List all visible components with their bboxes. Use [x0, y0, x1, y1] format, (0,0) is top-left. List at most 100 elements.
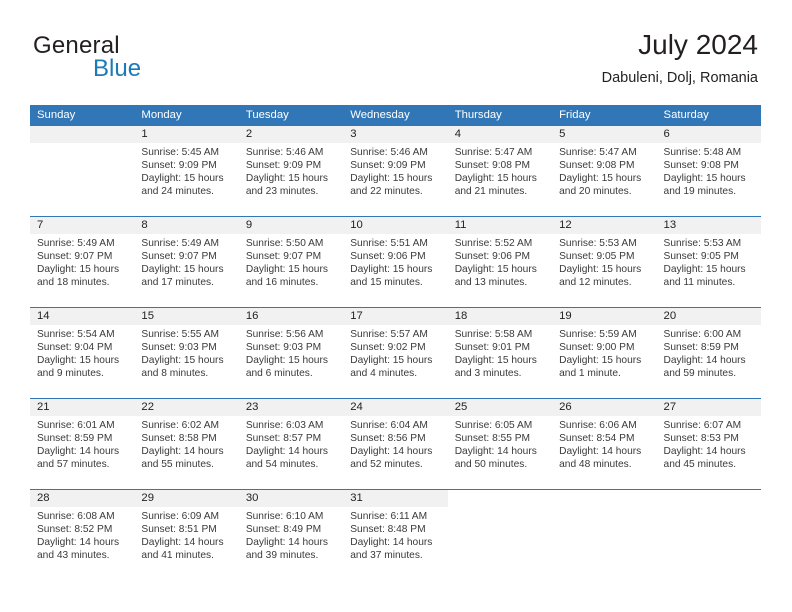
calendar-day-cell[interactable]: 5 Sunrise: 5:47 AM Sunset: 9:08 PM Daylight…	[552, 125, 657, 217]
day-detail-line: and 24 minutes.	[141, 185, 214, 197]
day-detail-line: and 19 minutes.	[663, 185, 737, 197]
calendar-day-cell[interactable]: 10 Sunrise: 5:51 AM Sunset: 9:06 PM Dayligh…	[343, 216, 448, 308]
day-cell-inner: 28 Sunrise: 6:08 AM Sunset: 8:52 PM Dayligh…	[30, 490, 135, 580]
day-details: Sunrise: 5:46 AM Sunset: 9:09 PM Daylight:…	[239, 143, 343, 199]
day-detail-line: Daylight: 14 hours	[350, 445, 433, 457]
day-details: Sunrise: 5:56 AM Sunset: 9:03 PM Daylight:…	[239, 325, 343, 381]
calendar-day-cell[interactable]: 6 Sunrise: 5:48 AM Sunset: 9:08 PM Daylight…	[656, 125, 761, 217]
day-details: Sunrise: 6:01 AM Sunset: 8:59 PM Daylight:…	[30, 416, 134, 472]
day-detail-line: and 3 minutes.	[454, 367, 522, 379]
calendar-day-cell[interactable]: 24 Sunrise: 6:04 AM Sunset: 8:56 PM Dayligh…	[343, 398, 448, 490]
day-detail-line: Daylight: 15 hours	[350, 354, 433, 366]
calendar-day-cell[interactable]: 17 Sunrise: 5:57 AM Sunset: 9:02 PM Dayligh…	[343, 307, 448, 399]
day-detail-line: Sunset: 9:05 PM	[559, 250, 635, 262]
day-detail-line: Daylight: 15 hours	[454, 263, 537, 275]
day-number	[656, 490, 761, 507]
calendar-day-cell[interactable]: 23 Sunrise: 6:03 AM Sunset: 8:57 PM Dayligh…	[238, 398, 344, 490]
calendar-day-cell[interactable]: 16 Sunrise: 5:56 AM Sunset: 9:03 PM Dayligh…	[238, 307, 344, 399]
day-detail-line: and 6 minutes.	[245, 367, 313, 379]
calendar-day-cell[interactable]: 3 Sunrise: 5:46 AM Sunset: 9:09 PM Daylight…	[343, 125, 448, 217]
calendar-day-cell[interactable]: 28 Sunrise: 6:08 AM Sunset: 8:52 PM Dayligh…	[30, 489, 135, 580]
day-details: Sunrise: 5:50 AM Sunset: 9:07 PM Daylight:…	[239, 234, 343, 290]
day-detail-line: Sunrise: 6:10 AM	[245, 511, 324, 522]
weekday-header-saturday: Saturday	[656, 105, 761, 126]
calendar-day-cell[interactable]: 1 Sunrise: 5:45 AM Sunset: 9:09 PM Daylight…	[134, 125, 239, 217]
day-detail-line: Daylight: 14 hours	[37, 445, 120, 457]
calendar-day-cell[interactable]: 8 Sunrise: 5:49 AM Sunset: 9:07 PM Daylight…	[134, 216, 239, 308]
day-detail-line: Sunrise: 5:47 AM	[454, 147, 533, 158]
day-detail-line: Daylight: 15 hours	[37, 354, 120, 366]
day-detail-line: Sunrise: 5:59 AM	[559, 329, 637, 340]
day-detail-line: Daylight: 15 hours	[350, 172, 433, 184]
day-detail-line: Sunset: 9:03 PM	[141, 341, 217, 353]
day-detail-line: Daylight: 15 hours	[37, 263, 120, 275]
day-detail-line: Sunset: 9:08 PM	[663, 159, 739, 171]
day-detail-line: and 21 minutes.	[454, 185, 528, 197]
day-detail-line: Sunrise: 5:54 AM	[37, 329, 115, 340]
day-number: 9	[238, 217, 344, 234]
calendar-day-cell[interactable]: 31 Sunrise: 6:11 AM Sunset: 8:48 PM Dayligh…	[343, 489, 448, 580]
day-detail-line: Sunrise: 6:04 AM	[350, 420, 428, 431]
day-number: 18	[447, 308, 553, 325]
day-number: 1	[134, 126, 239, 143]
day-number: 17	[343, 308, 448, 325]
day-detail-line: Sunrise: 6:02 AM	[141, 420, 220, 431]
day-details: Sunrise: 5:53 AM Sunset: 9:05 PM Daylight:…	[552, 234, 656, 290]
calendar-day-cell[interactable]: 19 Sunrise: 5:59 AM Sunset: 9:00 PM Dayligh…	[552, 307, 657, 399]
day-detail-line: Sunrise: 5:49 AM	[37, 238, 115, 249]
calendar-day-cell[interactable]: 7 Sunrise: 5:49 AM Sunset: 9:07 PM Daylight…	[30, 216, 135, 308]
day-cell-inner: 23 Sunrise: 6:03 AM Sunset: 8:57 PM Dayligh…	[238, 399, 344, 489]
day-detail-line: and 55 minutes.	[141, 458, 214, 470]
day-detail-line: Sunrise: 5:49 AM	[141, 238, 220, 249]
day-detail-line: Sunrise: 6:09 AM	[141, 511, 220, 522]
calendar-day-cell[interactable]: 13 Sunrise: 5:53 AM Sunset: 9:05 PM Dayligh…	[656, 216, 761, 308]
day-detail-line: Sunrise: 6:01 AM	[37, 420, 115, 431]
calendar-day-cell[interactable]: 27 Sunrise: 6:07 AM Sunset: 8:53 PM Dayligh…	[656, 398, 761, 490]
calendar-day-cell[interactable]: 14 Sunrise: 5:54 AM Sunset: 9:04 PM Dayligh…	[30, 307, 135, 399]
day-detail-line: Sunset: 9:07 PM	[37, 250, 113, 262]
day-detail-line: and 43 minutes.	[37, 549, 110, 561]
day-cell-inner: 14 Sunrise: 5:54 AM Sunset: 9:04 PM Dayligh…	[30, 308, 135, 398]
day-details	[657, 507, 761, 511]
day-detail-line: Sunrise: 5:46 AM	[245, 147, 324, 158]
day-detail-line: and 23 minutes.	[245, 185, 319, 197]
day-number: 22	[134, 399, 239, 416]
calendar-day-cell[interactable]: 22 Sunrise: 6:02 AM Sunset: 8:58 PM Dayligh…	[134, 398, 239, 490]
calendar-day-cell[interactable]: 18 Sunrise: 5:58 AM Sunset: 9:01 PM Dayligh…	[447, 307, 553, 399]
day-detail-line: and 50 minutes.	[454, 458, 528, 470]
calendar-day-cell[interactable]: 2 Sunrise: 5:46 AM Sunset: 9:09 PM Daylight…	[238, 125, 344, 217]
calendar-day-cell[interactable]: 20 Sunrise: 6:00 AM Sunset: 8:59 PM Dayligh…	[656, 307, 761, 399]
day-number: 21	[30, 399, 135, 416]
day-number: 15	[134, 308, 239, 325]
day-detail-line: Sunset: 8:52 PM	[37, 523, 113, 535]
calendar-day-cell[interactable]: 25 Sunrise: 6:05 AM Sunset: 8:55 PM Dayligh…	[447, 398, 553, 490]
calendar-day-cell[interactable]: 15 Sunrise: 5:55 AM Sunset: 9:03 PM Dayligh…	[134, 307, 239, 399]
calendar-day-cell[interactable]: 26 Sunrise: 6:06 AM Sunset: 8:54 PM Dayligh…	[552, 398, 657, 490]
day-detail-line: Sunrise: 5:46 AM	[350, 147, 428, 158]
calendar-day-cell[interactable]: 21 Sunrise: 6:01 AM Sunset: 8:59 PM Dayligh…	[30, 398, 135, 490]
day-details: Sunrise: 5:47 AM Sunset: 9:08 PM Daylight:…	[448, 143, 552, 199]
calendar-day-cell[interactable]: 30 Sunrise: 6:10 AM Sunset: 8:49 PM Dayligh…	[238, 489, 344, 580]
day-details	[552, 507, 656, 511]
calendar-day-cell[interactable]: 29 Sunrise: 6:09 AM Sunset: 8:51 PM Dayligh…	[134, 489, 239, 580]
calendar-day-cell[interactable]: 9 Sunrise: 5:50 AM Sunset: 9:07 PM Daylight…	[238, 216, 344, 308]
day-number: 10	[343, 217, 448, 234]
day-detail-line: and 16 minutes.	[245, 276, 319, 288]
calendar-day-cell[interactable]: 4 Sunrise: 5:47 AM Sunset: 9:08 PM Daylight…	[447, 125, 553, 217]
day-detail-line: and 15 minutes.	[350, 276, 423, 288]
day-detail-line: Sunrise: 6:00 AM	[663, 329, 742, 340]
day-details: Sunrise: 5:54 AM Sunset: 9:04 PM Daylight:…	[30, 325, 134, 381]
day-details: Sunrise: 5:52 AM Sunset: 9:06 PM Daylight:…	[448, 234, 552, 290]
day-number: 20	[656, 308, 761, 325]
calendar-day-cell[interactable]: 12 Sunrise: 5:53 AM Sunset: 9:05 PM Dayligh…	[552, 216, 657, 308]
calendar-day-cell[interactable]: 11 Sunrise: 5:52 AM Sunset: 9:06 PM Dayligh…	[447, 216, 553, 308]
day-detail-line: and 39 minutes.	[245, 549, 319, 561]
day-detail-line: Daylight: 15 hours	[245, 263, 328, 275]
day-detail-line: Sunset: 9:01 PM	[454, 341, 531, 353]
calendar-week-row: 7 Sunrise: 5:49 AM Sunset: 9:07 PM Daylight…	[30, 216, 761, 308]
day-detail-line: and 18 minutes.	[37, 276, 110, 288]
weekday-header-monday: Monday	[134, 105, 239, 126]
day-details: Sunrise: 5:49 AM Sunset: 9:07 PM Daylight:…	[30, 234, 134, 290]
day-cell-inner: 25 Sunrise: 6:05 AM Sunset: 8:55 PM Dayligh…	[447, 399, 553, 489]
day-number: 8	[134, 217, 239, 234]
